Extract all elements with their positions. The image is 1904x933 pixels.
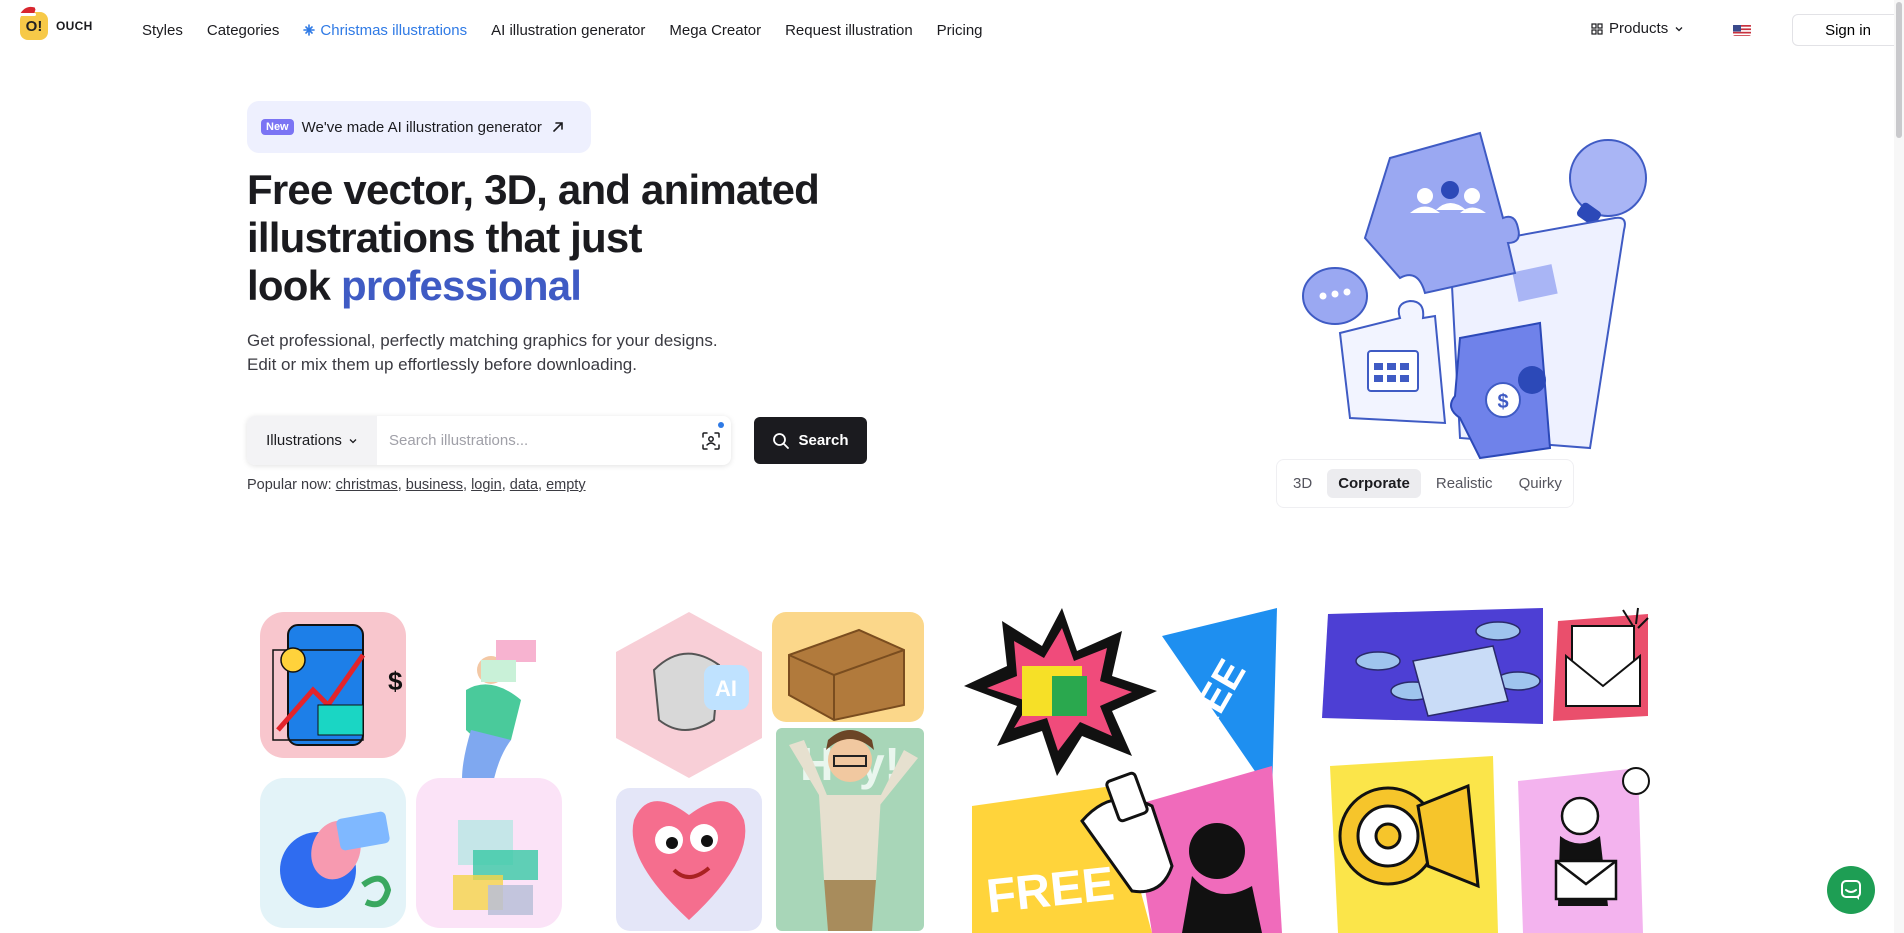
nav-pricing-label: Pricing xyxy=(936,21,983,39)
new-badge: New xyxy=(261,119,294,135)
gallery-tile-3d-business[interactable]: $ xyxy=(258,610,564,933)
chat-icon xyxy=(1841,880,1861,900)
nav-ai-generator-label: AI illustration generator xyxy=(491,21,646,39)
nav-request-illustration[interactable]: Request illustration xyxy=(785,22,913,39)
nav-request-label: Request illustration xyxy=(785,21,913,39)
banner-text: We've made AI illustration generator xyxy=(301,118,542,136)
style-tab-realistic[interactable]: Realistic xyxy=(1425,469,1504,498)
hero-title-line3: look xyxy=(247,262,342,309)
style-tabs: 3D Corporate Realistic Quirky xyxy=(1276,459,1574,508)
nav-pricing[interactable]: Pricing xyxy=(937,22,983,39)
popular-link[interactable]: christmas xyxy=(336,477,398,493)
nav-styles-label: Styles xyxy=(142,21,183,39)
santa-hat-icon xyxy=(19,6,39,16)
products-label: Products xyxy=(1609,20,1669,37)
lightbulb-icon xyxy=(1569,139,1647,226)
ai-label: AI xyxy=(715,676,737,701)
popular-link[interactable]: business xyxy=(406,477,463,493)
ai-generator-banner[interactable]: New We've made AI illustration generator xyxy=(247,101,591,153)
popular-prefix: Popular now: xyxy=(247,477,332,493)
scrollbar-thumb[interactable] xyxy=(1896,2,1902,138)
logo[interactable]: O! OUCH xyxy=(19,6,93,40)
search-button[interactable]: Search xyxy=(754,417,867,464)
hero-title-line1: Free vector, 3D, and animated xyxy=(247,166,820,213)
nav-christmas-label: Christmas illustrations xyxy=(320,21,468,39)
arrow-up-right-icon xyxy=(553,122,563,132)
nav-categories-label: Categories xyxy=(206,21,280,39)
popular-link[interactable]: empty xyxy=(546,477,586,493)
svg-text:$: $ xyxy=(1497,391,1508,413)
nav-mega-creator-label: Mega Creator xyxy=(669,21,762,39)
new-feature-dot xyxy=(718,422,724,428)
popular-link[interactable]: data xyxy=(510,477,538,493)
search-icon xyxy=(773,432,790,449)
logo-mark: O! xyxy=(19,6,48,40)
gallery-tile-realistic[interactable]: AI Hey! xyxy=(614,610,926,933)
page-scrollbar[interactable] xyxy=(1894,0,1904,933)
chat-support-button[interactable] xyxy=(1827,866,1875,914)
hero-title-accent: professional xyxy=(341,262,582,309)
top-header: O! OUCH Styles Categories Christmas illu… xyxy=(0,0,1904,60)
style-tab-3d[interactable]: 3D xyxy=(1282,469,1323,498)
logo-mark-text: O! xyxy=(25,17,43,35)
hero-subtitle: Get professional, perfectly matching gra… xyxy=(247,329,807,377)
image-scan-icon xyxy=(702,431,720,450)
search-type-select[interactable]: Illustrations xyxy=(247,416,377,465)
gallery-tile-quirky[interactable]: FREE FREE xyxy=(962,606,1282,933)
search-button-label: Search xyxy=(798,432,849,449)
sign-in-button[interactable]: Sign in xyxy=(1792,14,1904,46)
chevron-down-icon xyxy=(349,438,357,443)
us-flag-icon[interactable] xyxy=(1733,24,1751,36)
popular-link[interactable]: login xyxy=(471,477,502,493)
search-input[interactable] xyxy=(377,416,691,465)
search-bar: Illustrations xyxy=(247,416,731,465)
nav-ai-generator[interactable]: AI illustration generator xyxy=(491,22,645,39)
hero-title: Free vector, 3D, and animated illustrati… xyxy=(247,166,887,310)
style-tab-corporate[interactable]: Corporate xyxy=(1327,469,1421,498)
grid-icon xyxy=(1591,22,1603,35)
chevron-down-icon xyxy=(1675,26,1683,31)
nav-christmas-illustrations[interactable]: Christmas illustrations xyxy=(303,22,467,39)
main-nav: Styles Categories Christmas illustration… xyxy=(142,0,983,60)
hero-subtitle-line2: Edit or mix them up effortlessly before … xyxy=(247,355,637,374)
products-dropdown[interactable]: Products xyxy=(1591,20,1684,37)
svg-text:$: $ xyxy=(388,666,403,696)
visual-search-button[interactable] xyxy=(691,416,731,465)
nav-mega-creator[interactable]: Mega Creator xyxy=(669,22,761,39)
style-tab-quirky[interactable]: Quirky xyxy=(1508,469,1573,498)
popular-searches: Popular now: christmas, business, login,… xyxy=(247,477,586,493)
snowflake-icon xyxy=(303,24,316,36)
hero-subtitle-line1: Get professional, perfectly matching gra… xyxy=(247,331,718,350)
gallery-tile-corporate[interactable] xyxy=(1318,606,1658,933)
nav-categories[interactable]: Categories xyxy=(207,22,280,39)
hero-illustration: $ xyxy=(1302,131,1647,460)
search-type-label: Illustrations xyxy=(266,432,342,449)
nav-styles[interactable]: Styles xyxy=(142,22,183,39)
hero-title-line2: illustrations that just xyxy=(247,214,642,261)
logo-text: OUCH xyxy=(56,19,93,33)
